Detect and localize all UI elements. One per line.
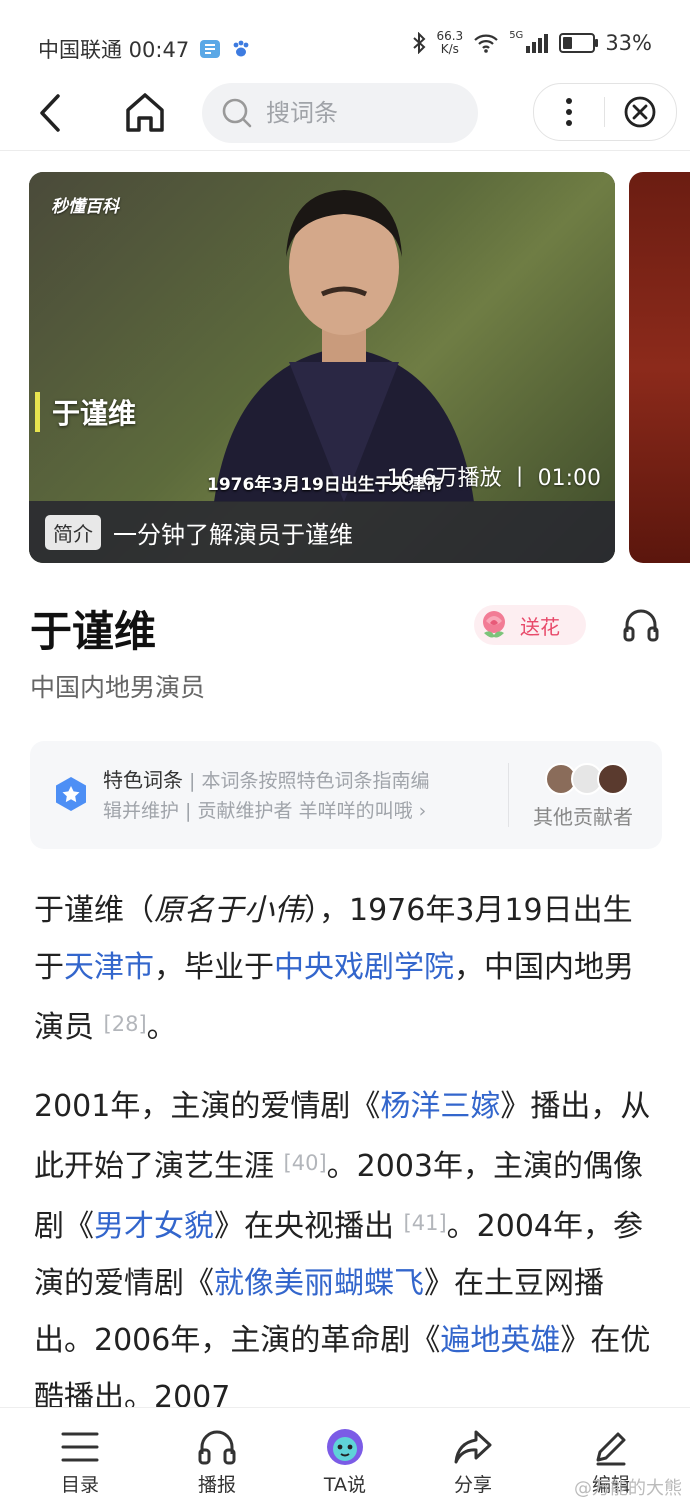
video-card[interactable]: 秒懂百科 于谨维 1976年3月19日出生于天津市 16.6万播放 丨 01:0… bbox=[29, 172, 615, 563]
featured-description: 特色词条 | 本词条按照特色词条指南编 辑并维护 | 贡献维护者 羊咩咩的叫哦 … bbox=[103, 768, 430, 822]
send-flower-button[interactable]: 送花 bbox=[474, 605, 586, 645]
mascot-icon bbox=[327, 1429, 363, 1465]
pencil-icon bbox=[596, 1432, 626, 1466]
link-jiuxiang-meili-hudiefei[interactable]: 就像美丽蝴蝶飞 bbox=[214, 1266, 424, 1301]
video-name-overlay: 于谨维 bbox=[35, 392, 136, 432]
bottom-toolbar: 目录 播报 TA说 分享 编辑 @万能的大熊 bbox=[0, 1407, 690, 1510]
citation-ref[interactable]: [41] bbox=[404, 1211, 447, 1235]
entry-subtitle: 中国内地男演员 bbox=[30, 673, 206, 702]
search-box[interactable] bbox=[202, 83, 478, 143]
home-icon[interactable] bbox=[122, 88, 168, 136]
citation-ref[interactable]: [40] bbox=[284, 1151, 327, 1175]
watermark: @万能的大熊 bbox=[574, 1478, 682, 1499]
video-meta: 16.6万播放 丨 01:00 bbox=[386, 466, 601, 491]
search-input[interactable] bbox=[264, 98, 458, 128]
status-bar: 中国联通 00:47 66.3 K/s 5G 33% bbox=[0, 0, 690, 90]
tab-contents[interactable]: 目录 bbox=[25, 1408, 135, 1510]
close-icon bbox=[624, 96, 656, 128]
article-paragraph: 2001年，主演的爱情剧《杨洋三嫁》播出，从此开始了演艺生涯 [40]。2003… bbox=[34, 1089, 651, 1415]
net-type: 5G bbox=[509, 30, 524, 41]
original-name: 原名于小伟 bbox=[154, 893, 304, 928]
search-icon bbox=[222, 98, 252, 128]
feature-divider bbox=[508, 763, 509, 827]
battery-icon bbox=[559, 33, 599, 53]
header-divider bbox=[0, 150, 690, 151]
more-button[interactable] bbox=[534, 84, 604, 140]
featured-badge-icon bbox=[56, 777, 86, 811]
avatar bbox=[597, 763, 629, 795]
book-icon bbox=[200, 40, 221, 58]
article-paragraph: 于谨维（原名于小伟），1976年3月19日出生于天津市，毕业于中央戏剧学院，中国… bbox=[34, 893, 634, 1045]
headphones-icon[interactable] bbox=[622, 606, 660, 644]
featured-label: 特色词条 bbox=[103, 768, 183, 792]
headphones-icon bbox=[198, 1430, 236, 1465]
battery-text: 33% bbox=[605, 31, 652, 55]
article-body: 于谨维（原名于小伟），1976年3月19日出生于天津市，毕业于中央戏剧学院，中国… bbox=[34, 882, 659, 1448]
link-nancai-nvmao[interactable]: 男才女貌 bbox=[94, 1209, 214, 1244]
wifi-icon bbox=[474, 34, 498, 53]
link-yangyang-sanjia[interactable]: 杨洋三嫁 bbox=[380, 1089, 500, 1124]
citation-ref[interactable]: [28] bbox=[104, 1012, 147, 1036]
send-flower-label: 送花 bbox=[520, 614, 560, 639]
back-icon[interactable] bbox=[32, 90, 72, 136]
rose-icon bbox=[483, 611, 505, 638]
tab-broadcast[interactable]: 播报 bbox=[162, 1408, 272, 1510]
link-biandi-yingxiong[interactable]: 遍地英雄 bbox=[440, 1323, 560, 1358]
next-video-card[interactable] bbox=[629, 172, 690, 563]
close-button[interactable] bbox=[605, 84, 675, 140]
tab-share[interactable]: 分享 bbox=[418, 1408, 528, 1510]
chevron-right-icon: › bbox=[418, 800, 427, 822]
bluetooth-icon bbox=[413, 32, 426, 54]
top-nav-bar bbox=[0, 80, 690, 150]
actor-figure-image bbox=[214, 190, 474, 502]
miniapp-capsule bbox=[533, 83, 677, 141]
contributor-avatars[interactable] bbox=[545, 763, 629, 795]
featured-line1: 本词条按照特色词条指南编 bbox=[201, 770, 430, 792]
featured-line2: 辑并维护 bbox=[103, 800, 180, 822]
featured-entry-card[interactable]: 特色词条 | 本词条按照特色词条指南编 辑并维护 | 贡献维护者 羊咩咩的叫哦 … bbox=[30, 741, 662, 849]
video-tag: 简介 bbox=[45, 514, 101, 550]
maintainer-label: 贡献维护者 bbox=[197, 800, 293, 822]
entry-title: 于谨维 bbox=[30, 607, 157, 656]
paw-icon bbox=[233, 40, 249, 57]
share-icon bbox=[454, 1430, 492, 1464]
list-icon bbox=[61, 1432, 99, 1462]
video-title-bar: 简介 一分钟了解演员于谨维 bbox=[29, 501, 615, 563]
carrier-time: 中国联通 00:47 bbox=[38, 38, 190, 62]
net-speed: 66.3 K/s bbox=[436, 29, 464, 56]
signal-icon bbox=[526, 34, 549, 53]
maintainer-name: 羊咩咩的叫哦 bbox=[298, 800, 413, 822]
video-brand-logo: 秒懂百科 bbox=[51, 197, 119, 217]
video-title: 一分钟了解演员于谨维 bbox=[113, 520, 353, 549]
more-icon bbox=[566, 98, 572, 126]
link-central-academy-of-drama[interactable]: 中央戏剧学院 bbox=[274, 950, 454, 985]
link-tianjin[interactable]: 天津市 bbox=[64, 950, 154, 985]
tab-ta-says[interactable]: TA说 bbox=[290, 1408, 400, 1510]
other-contributors-label[interactable]: 其他贡献者 bbox=[533, 801, 633, 830]
